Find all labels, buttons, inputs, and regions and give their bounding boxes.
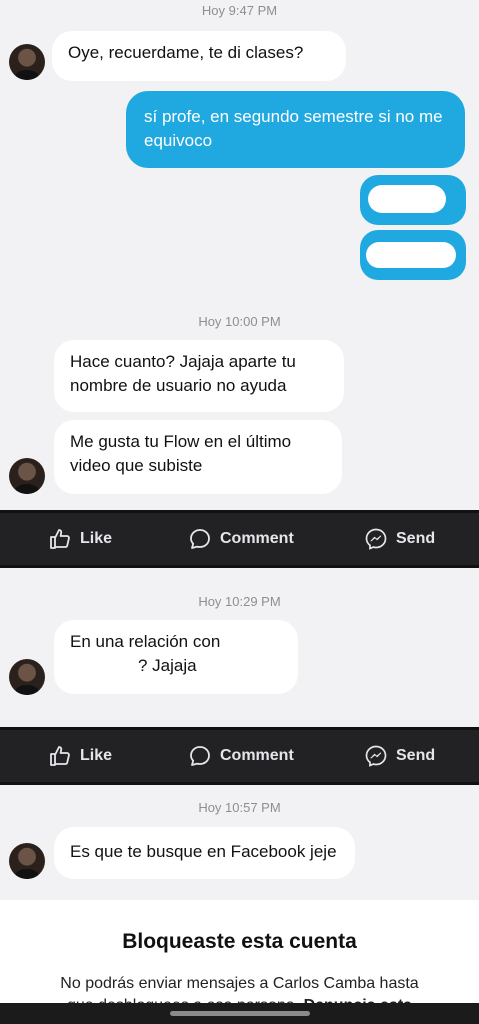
outgoing-message: sí profe, en segundo semestre si no me e… — [126, 91, 465, 168]
message-line: En una relación con — [70, 632, 221, 651]
like-label: Like — [80, 530, 113, 547]
comment-icon — [190, 746, 210, 766]
incoming-message: En una relación con ? Jajaja — [54, 620, 298, 694]
blocked-title: Bloqueaste esta cuenta — [122, 930, 357, 953]
contact-avatar[interactable] — [9, 44, 45, 80]
message-line: ? Jajaja — [138, 656, 197, 675]
timestamp: Hoy 9:47 PM — [201, 3, 278, 18]
contact-avatar[interactable] — [9, 843, 45, 879]
messenger-icon — [365, 745, 387, 767]
blocked-description-line: No podrás enviar mensajes a Carlos Camba… — [60, 975, 419, 992]
send-label: Send — [396, 530, 436, 547]
incoming-message: Hace cuanto? Jajaja aparte tu nombre de … — [54, 340, 344, 412]
outgoing-message-redacted — [360, 175, 466, 225]
messenger-icon — [365, 528, 387, 550]
thumbs-up-icon — [50, 746, 70, 766]
incoming-message: Oye, recuerdame, te di clases? — [52, 31, 346, 81]
contact-avatar[interactable] — [9, 659, 45, 695]
timestamp: Hoy 10:29 PM — [198, 594, 281, 609]
incoming-message: Me gusta tu Flow en el último video que … — [54, 420, 342, 494]
post-action-bar: Like Comment Send — [0, 510, 479, 568]
home-indicator[interactable] — [0, 1003, 479, 1024]
timestamp: Hoy 10:00 PM — [198, 314, 281, 329]
comment-label: Comment — [220, 747, 294, 764]
timestamp: Hoy 10:57 PM — [198, 800, 281, 815]
post-action-bar: Like Comment Send — [0, 727, 479, 785]
like-button[interactable]: Like — [48, 513, 112, 565]
incoming-message: Es que te busque en Facebook jeje — [54, 827, 355, 879]
send-label: Send — [396, 747, 436, 764]
comment-button[interactable]: Comment — [188, 730, 294, 782]
send-button[interactable]: Send — [364, 730, 435, 782]
comment-button[interactable]: Comment — [188, 513, 294, 565]
thumbs-up-icon — [50, 529, 70, 549]
comment-label: Comment — [220, 530, 294, 547]
comment-icon — [190, 529, 210, 549]
send-button[interactable]: Send — [364, 513, 435, 565]
like-button[interactable]: Like — [48, 730, 112, 782]
outgoing-message-redacted — [360, 230, 466, 280]
contact-avatar[interactable] — [9, 458, 45, 494]
like-label: Like — [80, 747, 113, 764]
